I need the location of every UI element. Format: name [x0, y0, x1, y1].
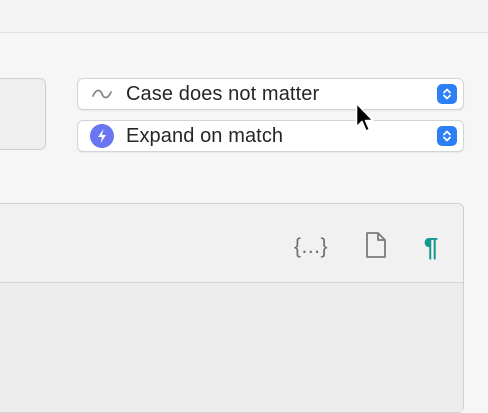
top-strip: [0, 0, 488, 33]
snippet-editor-panel: {...} ¶: [0, 203, 464, 413]
partial-button[interactable]: [0, 78, 46, 150]
pilcrow-icon: ¶: [423, 231, 439, 262]
lightning-bolt-icon: [90, 124, 114, 148]
chevron-updown-icon[interactable]: [437, 84, 457, 104]
case-sensitivity-popup[interactable]: Case does not matter: [77, 78, 464, 110]
document-button[interactable]: [363, 230, 389, 264]
mouse-pointer-icon: [355, 102, 377, 136]
braces-icon: {...}: [293, 235, 329, 258]
insert-placeholder-button[interactable]: {...}: [289, 230, 333, 264]
snippet-text-area[interactable]: [0, 282, 463, 412]
case-sensitivity-label: Case does not matter: [126, 82, 320, 105]
chevron-updown-icon[interactable]: [437, 126, 457, 146]
invisibles-toggle-button[interactable]: ¶: [419, 230, 443, 264]
expand-behavior-label: Expand on match: [126, 124, 284, 147]
document-icon: [364, 231, 388, 264]
expand-behavior-popup[interactable]: Expand on match: [77, 120, 464, 152]
tilde-icon: [90, 82, 114, 106]
